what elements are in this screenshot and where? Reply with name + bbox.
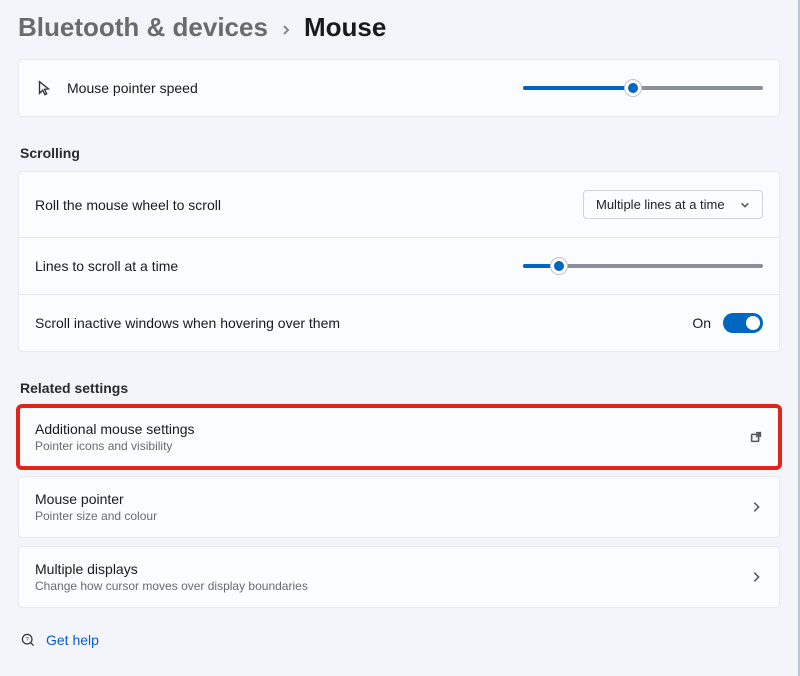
scrolling-heading: Scrolling bbox=[20, 145, 780, 161]
related-item-0[interactable]: Additional mouse settings Pointer icons a… bbox=[18, 406, 780, 468]
help-icon: ? bbox=[20, 632, 36, 648]
get-help-link[interactable]: Get help bbox=[46, 632, 99, 648]
lines-to-scroll-row: Lines to scroll at a time bbox=[18, 237, 780, 294]
svg-text:?: ? bbox=[26, 637, 29, 643]
roll-wheel-label: Roll the mouse wheel to scroll bbox=[35, 197, 569, 213]
chevron-right-icon bbox=[280, 20, 292, 41]
related-item-title: Additional mouse settings bbox=[35, 421, 735, 437]
related-item-1[interactable]: Mouse pointer Pointer size and colour bbox=[18, 476, 780, 538]
breadcrumb-current: Mouse bbox=[304, 12, 386, 43]
related-item-2[interactable]: Multiple displays Change how cursor moves… bbox=[18, 546, 780, 608]
chevron-right-icon bbox=[749, 570, 763, 584]
lines-to-scroll-slider[interactable] bbox=[523, 256, 763, 276]
related-heading: Related settings bbox=[20, 380, 780, 396]
lines-to-scroll-label: Lines to scroll at a time bbox=[35, 258, 509, 274]
chevron-down-icon bbox=[740, 200, 750, 210]
breadcrumb-parent[interactable]: Bluetooth & devices bbox=[18, 12, 268, 43]
scroll-inactive-state-text: On bbox=[692, 315, 711, 331]
roll-wheel-row: Roll the mouse wheel to scroll Multiple … bbox=[18, 171, 780, 237]
roll-wheel-dropdown[interactable]: Multiple lines at a time bbox=[583, 190, 763, 219]
related-item-title: Mouse pointer bbox=[35, 491, 735, 507]
related-item-labels: Additional mouse settings Pointer icons a… bbox=[35, 421, 735, 453]
related-item-subtitle: Pointer size and colour bbox=[35, 509, 735, 523]
breadcrumb: Bluetooth & devices Mouse bbox=[18, 12, 780, 43]
chevron-right-icon bbox=[749, 500, 763, 514]
scrolling-group: Roll the mouse wheel to scroll Multiple … bbox=[18, 171, 780, 352]
external-link-icon bbox=[749, 430, 763, 444]
scroll-inactive-toggle[interactable] bbox=[723, 313, 763, 333]
pointer-speed-row: Mouse pointer speed bbox=[18, 59, 780, 117]
related-item-title: Multiple displays bbox=[35, 561, 735, 577]
scroll-inactive-label: Scroll inactive windows when hovering ov… bbox=[35, 315, 678, 331]
related-item-labels: Mouse pointer Pointer size and colour bbox=[35, 491, 735, 523]
pointer-speed-slider[interactable] bbox=[523, 78, 763, 98]
scroll-inactive-row: Scroll inactive windows when hovering ov… bbox=[18, 294, 780, 352]
help-link-row: ? Get help bbox=[20, 632, 780, 648]
related-item-subtitle: Change how cursor moves over display bou… bbox=[35, 579, 735, 593]
cursor-icon bbox=[35, 79, 53, 97]
related-item-labels: Multiple displays Change how cursor moves… bbox=[35, 561, 735, 593]
related-item-subtitle: Pointer icons and visibility bbox=[35, 439, 735, 453]
pointer-speed-label: Mouse pointer speed bbox=[67, 80, 509, 96]
roll-wheel-selected: Multiple lines at a time bbox=[596, 197, 725, 212]
